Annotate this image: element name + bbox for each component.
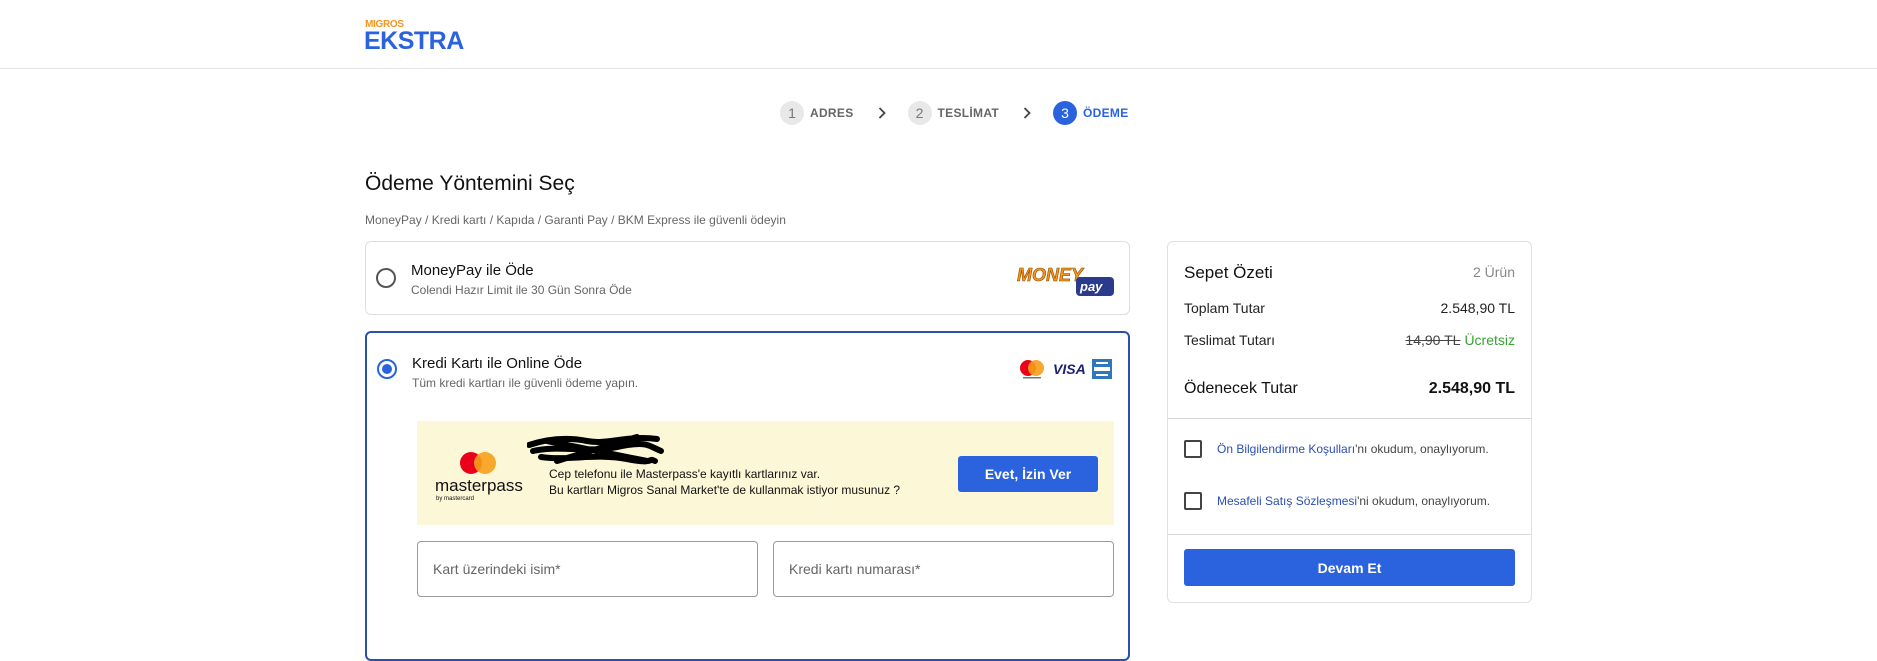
summary-divider [1168,534,1531,535]
redaction-scribble [527,434,664,465]
checkout-stepper: 1 ADRES 2 TESLİMAT 3 ÖDEME [780,101,1129,125]
delivery-value: 14,90 TL Ücretsiz [1405,332,1515,348]
card-number-input[interactable] [773,541,1114,597]
migros-ekstra-logo[interactable]: MIGROS EKSTRA [364,19,464,55]
masterpass-allow-button[interactable]: Evet, İzin Ver [958,456,1098,492]
delivery-free-label: Ücretsiz [1464,332,1515,348]
step-payment[interactable]: 3 ÖDEME [1053,101,1129,125]
card-brand-logos: VISA [1018,359,1112,379]
masterpass-banner: masterpass by mastercard Cep telefonu il… [417,421,1114,525]
logo-ekstra-text: EKSTRA [364,27,464,55]
distance-sales-consent-rest: 'ni okudum, onaylıyorum. [1357,494,1491,508]
masterpass-logo-text: masterpass [435,476,523,495]
moneypay-title: MoneyPay ile Öde [411,262,534,279]
masterpass-line-2: Bu kartları Migros Sanal Market'te de ku… [549,483,901,497]
moneypay-logo-sub: pay [1079,279,1103,294]
preinfo-consent-row[interactable]: Ön Bilgilendirme Koşulları'nı okudum, on… [1184,440,1489,458]
continue-button[interactable]: Devam Et [1184,549,1515,586]
distance-sales-consent-text: Mesafeli Satış Sözleşmesi'ni okudum, ona… [1217,494,1490,508]
payable-label: Ödenecek Tutar [1184,380,1298,397]
moneypay-option[interactable]: MoneyPay ile Öde Colendi Hazır Limit ile… [365,241,1130,315]
preinfo-consent-text: Ön Bilgilendirme Koşulları'nı okudum, on… [1217,442,1489,456]
basket-summary: Sepet Özeti 2 Ürün Toplam Tutar 2.548,90… [1167,241,1532,603]
summary-title: Sepet Özeti [1184,263,1273,282]
moneypay-logo: MONEY pay [1017,265,1114,296]
moneypay-logo-main: MONEY [1017,265,1085,285]
chevron-right-icon [876,107,888,119]
step-number: 2 [907,101,932,125]
credit-card-option[interactable]: Kredi Kartı ile Online Öde Tüm kredi kar… [365,331,1130,661]
summary-divider [1168,418,1531,419]
step-label: ADRES [810,106,854,120]
delivery-label: Teslimat Tutarı [1184,332,1276,348]
total-value: 2.548,90 TL [1440,300,1515,316]
page-title: Ödeme Yöntemini Seç [365,172,575,195]
card-name-input[interactable] [417,541,758,597]
preinfo-checkbox[interactable] [1184,440,1202,458]
amex-icon [1092,359,1112,379]
credit-card-title: Kredi Kartı ile Online Öde [412,355,583,372]
preinfo-consent-rest: 'nı okudum, onaylıyorum. [1355,442,1489,456]
moneypay-subtitle: Colendi Hazır Limit ile 30 Gün Sonra Öde [411,283,632,297]
masterpass-logo-sub: by mastercard [436,496,474,502]
chevron-right-icon [1021,107,1033,119]
masterpass-logo: masterpass by mastercard [435,452,523,502]
distance-sales-consent-row[interactable]: Mesafeli Satış Sözleşmesi'ni okudum, ona… [1184,492,1490,510]
visa-text: VISA [1053,361,1086,377]
preinfo-terms-link[interactable]: Ön Bilgilendirme Koşulları [1217,442,1355,456]
step-label: TESLİMAT [937,106,1000,120]
delivery-old-price: 14,90 TL [1405,332,1461,348]
page-subtitle: MoneyPay / Kredi kartı / Kapıda / Garant… [365,213,786,227]
distance-sales-link[interactable]: Mesafeli Satış Sözleşmesi [1217,494,1357,508]
distance-sales-checkbox[interactable] [1184,492,1202,510]
total-label: Toplam Tutar [1184,300,1265,316]
step-number: 3 [1053,101,1078,125]
step-label: ÖDEME [1083,106,1129,120]
masterpass-line-1: Cep telefonu ile Masterpass'e kayıtlı ka… [549,467,821,481]
top-header: MIGROS EKSTRA [0,0,1877,69]
step-number: 1 [780,101,804,125]
payable-value: 2.548,90 TL [1428,380,1515,397]
moneypay-radio[interactable] [376,268,396,288]
step-address[interactable]: 1 ADRES [780,101,854,125]
step-delivery[interactable]: 2 TESLİMAT [907,101,1000,125]
summary-item-count: 2 Ürün [1472,264,1515,280]
visa-icon: VISA [1053,361,1086,377]
masterpass-message: Cep telefonu ile Masterpass'e kayıtlı ka… [549,466,900,498]
credit-card-subtitle: Tüm kredi kartları ile güvenli ödeme yap… [412,376,639,390]
credit-card-radio[interactable] [377,359,397,379]
mastercard-icon [1020,360,1044,379]
